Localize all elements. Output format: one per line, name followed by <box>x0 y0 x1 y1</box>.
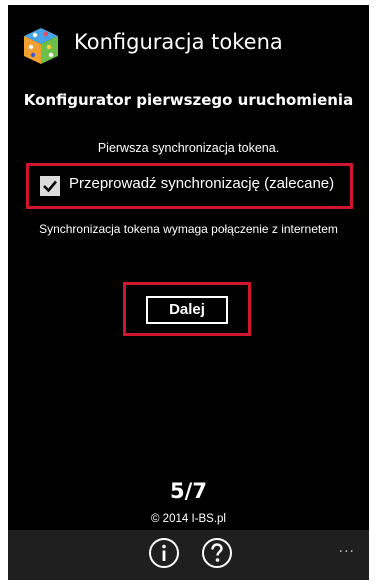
more-menu-button[interactable]: ... <box>339 540 355 556</box>
info-icon <box>149 538 179 568</box>
info-button[interactable] <box>148 537 180 569</box>
wizard-subtitle: Pierwsza synchronizacja tokena. <box>97 141 280 155</box>
sync-checkbox[interactable] <box>40 176 60 196</box>
copyright-text: © 2014 I-BS.pl <box>151 513 226 525</box>
wizard-heading: Konfigurator pierwszego uruchomienia <box>23 91 354 109</box>
app-header: Konfiguracja tokena <box>8 5 369 85</box>
next-button-highlight: Dalej <box>123 282 251 336</box>
sync-requirement-note: Synchronizacja tokena wymaga połączenie … <box>39 222 338 236</box>
step-indicator: 5/7 <box>170 479 207 503</box>
app-bar: ... <box>8 530 369 580</box>
app-title: Konfiguracja tokena <box>74 30 283 54</box>
sync-checkbox-label[interactable]: Przeprowadź synchronizację (zalecane) <box>69 175 334 192</box>
checkmark-icon <box>43 180 57 193</box>
next-button[interactable]: Dalej <box>146 296 228 324</box>
phone-screen: Konfiguracja tokena Konfigurator pierwsz… <box>8 5 369 580</box>
app-cube-icon <box>20 25 62 67</box>
help-icon <box>202 538 232 568</box>
sync-option-highlight: Przeprowadź synchronizację (zalecane) <box>26 163 353 209</box>
help-button[interactable] <box>201 537 233 569</box>
